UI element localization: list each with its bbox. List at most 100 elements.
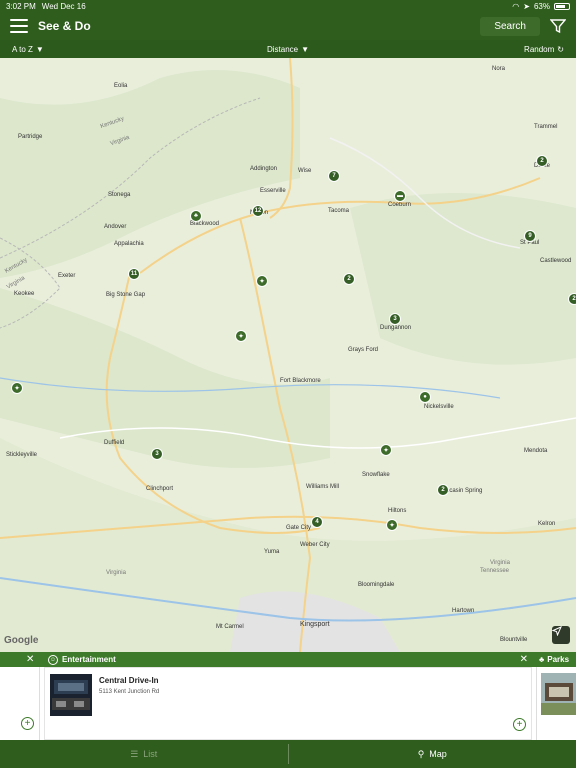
map-place-label: Andover: [104, 224, 127, 230]
entertainment-icon: ☺: [48, 654, 58, 665]
tab-list-label: List: [143, 749, 158, 759]
map-cluster-pin[interactable]: 12: [252, 205, 264, 217]
wifi-icon: ◠: [512, 1, 520, 11]
hiking-marker-icon[interactable]: ✦: [386, 519, 398, 531]
map-place-label: Clinchport: [146, 486, 174, 492]
map-cluster-pin[interactable]: 4: [311, 516, 323, 528]
cards-carousel[interactable]: + Central Drive-In 5113 Kent Junction Rd…: [0, 667, 576, 740]
map-place-label: Yuma: [264, 549, 280, 555]
map-place-label: Virginia: [106, 570, 126, 576]
map-place-label: Weber City: [300, 542, 330, 548]
add-button[interactable]: +: [513, 718, 526, 731]
card-central-drive-in[interactable]: Central Drive-In 5113 Kent Junction Rd +: [44, 667, 532, 740]
map-place-label: Appalachia: [114, 241, 144, 247]
map-view[interactable]: Eolia Partridge Kentucky Virginia Stoneg…: [0, 58, 576, 652]
list-icon: ☰: [130, 748, 139, 759]
locate-me-button[interactable]: [552, 626, 570, 644]
filter-icon[interactable]: [550, 18, 566, 34]
tab-list[interactable]: ☰ List: [0, 740, 288, 768]
drive-in-photo: [50, 674, 92, 716]
card-next[interactable]: [536, 667, 576, 740]
map-place-label: Duffield: [104, 440, 125, 446]
card-header-entertainment: ☺ Entertainment ✕: [44, 652, 532, 667]
map-place-label: Kelron: [538, 521, 556, 527]
car-marker-icon[interactable]: ▬: [394, 190, 406, 202]
nav-bar: See & Do Search: [0, 12, 576, 40]
map-cluster-pin[interactable]: 2: [568, 293, 576, 305]
sort-a-to-z[interactable]: A to Z ▼: [12, 45, 44, 54]
map-place-label: Castlewood: [540, 258, 572, 264]
google-logo: Google: [4, 635, 39, 646]
card-previous[interactable]: +: [0, 667, 40, 740]
map-place-label: Gate City: [286, 525, 312, 531]
battery-percent: 63%: [533, 1, 550, 11]
status-bar: 3:02 PM Wed Dec 16 ◠ ➤ 63%: [0, 0, 576, 12]
map-place-label: Addington: [250, 166, 278, 172]
card-header-parks: ♣ Parks: [536, 652, 576, 667]
hiking-marker-icon[interactable]: ✦: [235, 330, 247, 342]
location-marker-icon[interactable]: ●: [419, 391, 431, 403]
sort-bar: A to Z ▼ Distance ▼ Random ↻: [0, 40, 576, 58]
tab-map-label: Map: [429, 749, 447, 759]
card-category-label: Entertainment: [62, 655, 116, 664]
search-button[interactable]: Search: [480, 16, 540, 36]
map-place-label: Trammel: [534, 124, 558, 130]
close-icon[interactable]: ✕: [520, 654, 528, 665]
map-place-label: Tacoma: [328, 208, 350, 214]
map-cluster-pin[interactable]: 2: [437, 484, 449, 496]
map-cluster-pin[interactable]: 3: [151, 448, 163, 460]
sort-distance-label: Distance: [266, 44, 299, 54]
map-cluster-pin[interactable]: 2: [343, 273, 355, 285]
chevron-down-icon: ▼: [301, 44, 310, 54]
map-cluster-pin[interactable]: 11: [128, 268, 140, 280]
map-place-label: Wise: [298, 168, 312, 174]
map-place-label: Keokee: [14, 291, 35, 297]
map-place-label: Snowflake: [362, 472, 390, 478]
map-cluster-pin[interactable]: 2: [536, 155, 548, 167]
map-place-label: Stickleyville: [6, 452, 38, 458]
chevron-down-icon: ▼: [35, 44, 44, 54]
refresh-icon: ↻: [557, 44, 564, 54]
map-place-label: Coeburn: [388, 202, 412, 208]
map-pin-icon: ⚲: [417, 748, 425, 759]
map-place-label: Kingsport: [300, 621, 330, 628]
map-place-label: Nora: [492, 66, 506, 72]
page-title: See & Do: [38, 19, 91, 33]
map-cluster-pin[interactable]: 3: [389, 313, 401, 325]
sort-random[interactable]: Random ↻: [524, 45, 564, 54]
sort-a-to-z-label: A to Z: [12, 44, 33, 54]
map-place-label: Williams Mill: [306, 484, 339, 490]
close-icon[interactable]: ✕: [26, 654, 34, 665]
map-cluster-pin[interactable]: 7: [328, 170, 340, 182]
cards-header: ✕ ☺ Entertainment ✕ ♣ Parks: [0, 652, 576, 667]
map-place-label: Mendota: [524, 448, 548, 454]
hiking-marker-icon[interactable]: ✦: [256, 275, 268, 287]
hiking-marker-icon[interactable]: ✦: [380, 444, 392, 456]
map-place-label: Bloomingdale: [358, 582, 395, 588]
card-category-label: Parks: [547, 655, 570, 664]
sort-random-label: Random: [524, 44, 555, 54]
map-place-label: Big Stone Gap: [106, 292, 146, 298]
map-place-label: Stonega: [108, 192, 131, 198]
status-date: Wed Dec 16: [41, 1, 86, 11]
card-address: 5113 Kent Junction Rd: [99, 689, 160, 695]
map-place-label: Partridge: [18, 134, 43, 140]
map-place-label: Nickelsville: [424, 404, 454, 410]
sort-distance[interactable]: Distance ▼: [267, 45, 309, 54]
tab-map[interactable]: ⚲ Map: [289, 740, 576, 768]
map-cluster-pin[interactable]: 9: [524, 230, 536, 242]
menu-icon[interactable]: [10, 19, 28, 33]
tree-marker-icon[interactable]: ♣: [190, 210, 202, 222]
park-photo: [541, 673, 576, 715]
status-time: 3:02 PM: [6, 1, 36, 11]
add-button[interactable]: +: [21, 717, 34, 730]
map-place-label: Hartown: [452, 608, 475, 614]
map-place-label: Fort Blackmore: [280, 378, 321, 384]
map-place-label: Hiltons: [388, 508, 407, 514]
hiking-marker-icon[interactable]: ✦: [11, 382, 23, 394]
map-place-label: Mt Carmel: [216, 624, 244, 630]
map-place-label: Virginia: [490, 560, 510, 566]
bottom-tab-bar: ☰ List ⚲ Map: [0, 740, 576, 768]
tree-icon: ♣: [539, 655, 545, 664]
card-title: Central Drive-In: [99, 676, 159, 685]
